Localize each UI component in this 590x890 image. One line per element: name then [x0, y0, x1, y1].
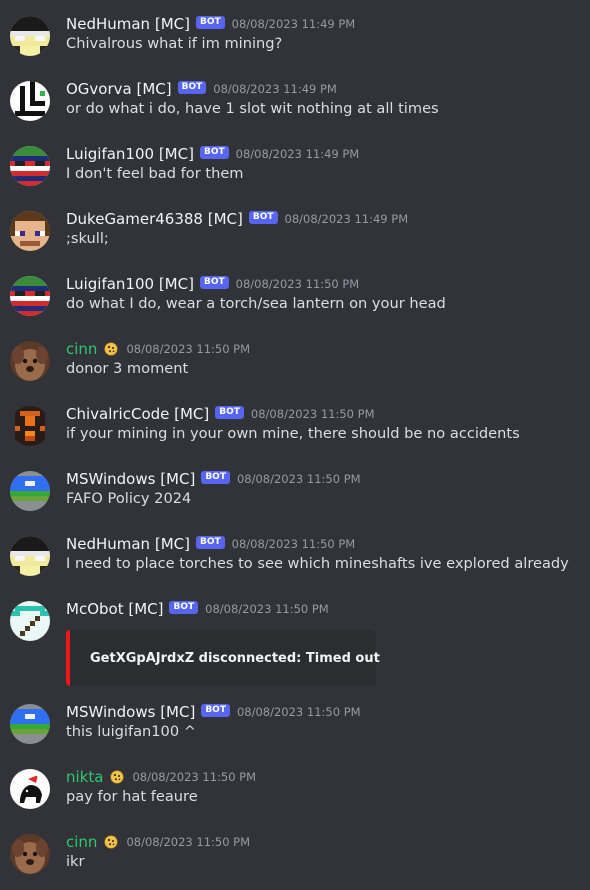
message-text: do what I do, wear a torch/sea lantern o… [66, 295, 446, 312]
avatar[interactable] [10, 601, 50, 641]
author-name[interactable]: cinn [66, 833, 97, 851]
timestamp[interactable]: 08/08/2023 11:49 PM [285, 212, 409, 226]
timestamp[interactable]: 08/08/2023 11:49 PM [232, 17, 356, 31]
timestamp[interactable]: 08/08/2023 11:50 PM [236, 277, 360, 291]
bot-badge: BOT [199, 275, 229, 289]
author-name[interactable]: NedHuman [MC] [66, 15, 190, 33]
message-text: this luigifan100 ^ [66, 723, 196, 740]
bot-badge: BOT [195, 15, 225, 29]
author-name[interactable]: Luigifan100 [MC] [66, 145, 194, 163]
cookie-icon [103, 834, 119, 850]
author-name[interactable]: McObot [MC] [66, 600, 163, 618]
timestamp[interactable]: 08/08/2023 11:50 PM [237, 705, 361, 719]
avatar[interactable] [10, 341, 50, 381]
message-text: FAFO Policy 2024 [66, 490, 192, 507]
message-text: ;skull; [66, 230, 109, 247]
avatar[interactable] [10, 704, 50, 744]
avatar[interactable] [10, 536, 50, 576]
bot-badge: BOT [195, 535, 225, 549]
author-name[interactable]: cinn [66, 340, 97, 358]
bot-badge: BOT [177, 80, 207, 94]
timestamp[interactable]: 08/08/2023 11:50 PM [205, 602, 329, 616]
author-name[interactable]: ChivalricCode [MC] [66, 405, 209, 423]
avatar[interactable] [10, 471, 50, 511]
bot-badge: BOT [201, 470, 230, 484]
cookie-icon [109, 769, 125, 785]
timestamp[interactable]: 08/08/2023 11:50 PM [126, 342, 250, 356]
message-text: Chivalrous what if im mining? [66, 35, 283, 52]
message-text: or do what i do, have 1 slot wit nothing… [66, 100, 439, 117]
timestamp[interactable]: 08/08/2023 11:50 PM [126, 835, 250, 849]
avatar[interactable] [10, 406, 50, 446]
author-name[interactable]: OGvorva [MC] [66, 80, 172, 98]
avatar[interactable] [10, 834, 50, 874]
message-text: if your mining in your own mine, there s… [66, 425, 520, 442]
avatar[interactable] [10, 769, 50, 809]
author-name[interactable]: Luigifan100 [MC] [66, 275, 194, 293]
timestamp[interactable]: 08/08/2023 11:50 PM [132, 770, 256, 784]
timestamp[interactable]: 08/08/2023 11:50 PM [237, 472, 361, 486]
avatar[interactable] [10, 146, 50, 186]
message-feed: NedHuman [MC] BOT 08/08/2023 11:49 PM Ch… [0, 0, 590, 890]
author-name[interactable]: NedHuman [MC] [66, 535, 190, 553]
author-name[interactable]: MSWindows [MC] [66, 470, 195, 488]
message-text: ikr [66, 853, 85, 870]
bot-badge: BOT [199, 145, 229, 159]
timestamp[interactable]: 08/08/2023 11:50 PM [232, 537, 356, 551]
timestamp[interactable]: 08/08/2023 11:50 PM [251, 407, 375, 421]
avatar[interactable] [10, 81, 50, 121]
avatar[interactable] [10, 211, 50, 251]
avatar[interactable] [10, 16, 50, 56]
message-text: I don't feel bad for them [66, 165, 244, 182]
bot-badge: BOT [169, 600, 199, 614]
embed-text: GetXGpAJrdxZ disconnected: Timed out [90, 650, 380, 666]
avatar[interactable] [10, 276, 50, 316]
bot-badge: BOT [201, 703, 230, 717]
author-name[interactable]: MSWindows [MC] [66, 703, 195, 721]
author-name[interactable]: DukeGamer46388 [MC] [66, 210, 243, 228]
bot-badge: BOT [248, 210, 278, 224]
timestamp[interactable]: 08/08/2023 11:49 PM [236, 147, 360, 161]
message-text: I need to place torches to see which min… [66, 555, 569, 572]
timestamp[interactable]: 08/08/2023 11:49 PM [213, 82, 337, 96]
cookie-icon [103, 341, 119, 357]
message-text: pay for hat feaure [66, 788, 198, 805]
author-name[interactable]: nikta [66, 768, 103, 786]
bot-badge: BOT [215, 405, 244, 419]
message-embed: GetXGpAJrdxZ disconnected: Timed out [66, 630, 380, 686]
message-text: donor 3 moment [66, 360, 189, 377]
